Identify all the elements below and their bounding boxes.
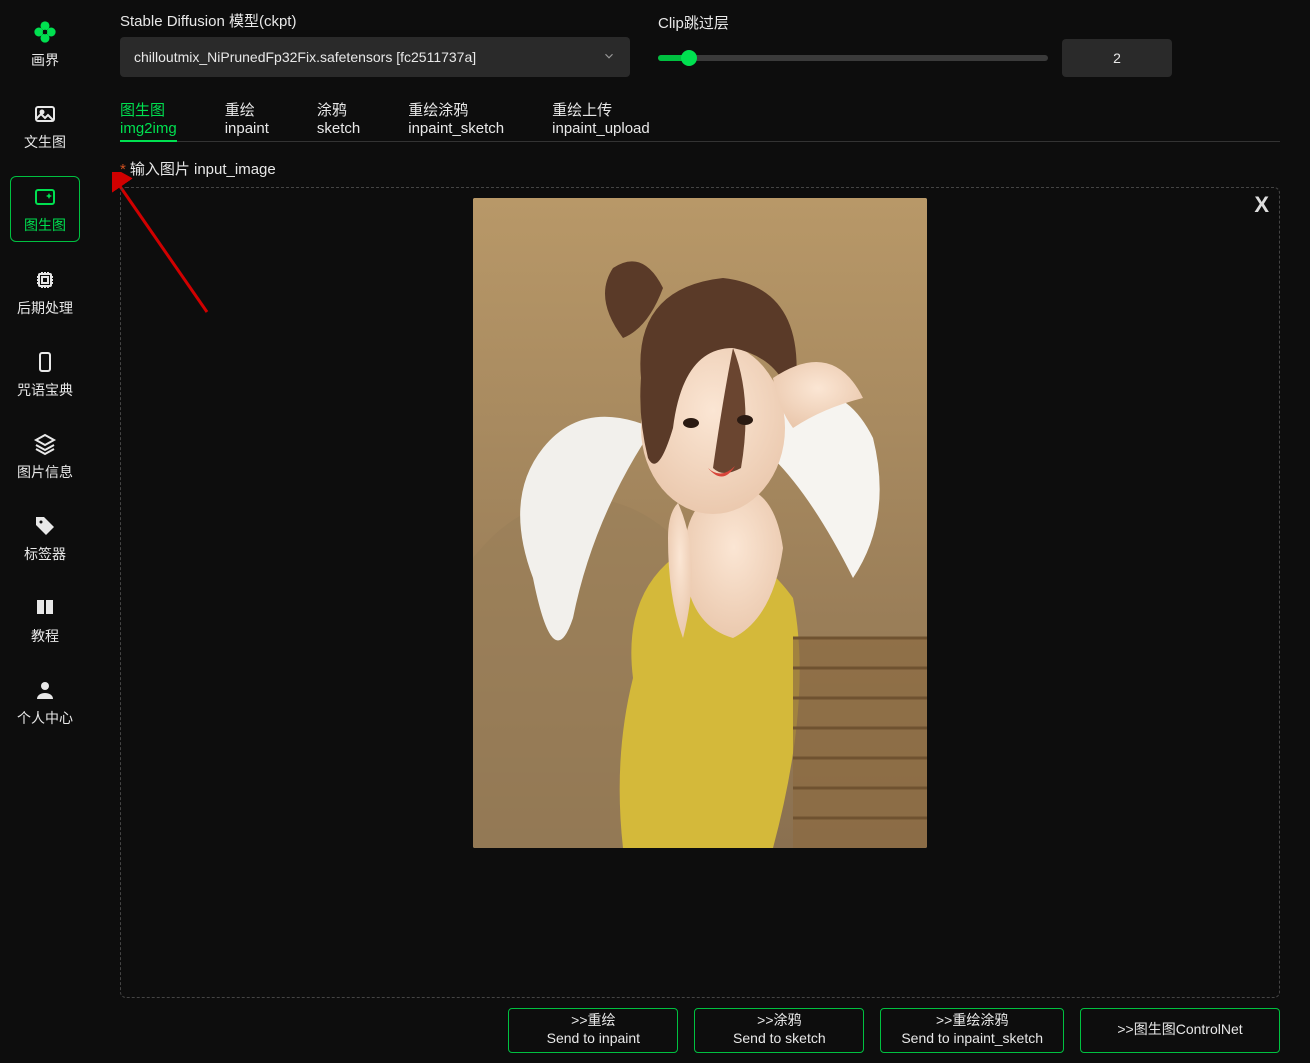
tab-inpaint-upload[interactable]: 重绘上传 inpaint_upload	[552, 99, 650, 137]
tag-icon	[31, 512, 59, 540]
sidebar-item-img2img[interactable]: 图生图	[10, 176, 80, 242]
user-icon	[31, 676, 59, 704]
action-buttons: >>重绘 Send to inpaint >>涂鸦 Send to sketch…	[120, 1008, 1280, 1053]
clover-icon	[31, 18, 59, 46]
sidebar-item-label: 标签器	[24, 544, 66, 564]
sidebar-item-label: 个人中心	[17, 708, 73, 728]
brand-label: 画界	[31, 50, 59, 70]
sidebar-item-tutorial[interactable]: 教程	[10, 588, 80, 652]
clip-slider[interactable]	[658, 55, 1048, 61]
sidebar: 画界 文生图 图生图 后期处理 咒语宝典	[0, 0, 90, 1063]
image-sparkle-icon	[31, 183, 59, 211]
layers-icon	[31, 430, 59, 458]
tab-inpaint[interactable]: 重绘 inpaint	[225, 99, 269, 137]
send-to-controlnet-button[interactable]: >>图生图ControlNet	[1080, 1008, 1280, 1053]
sidebar-item-postprocess[interactable]: 后期处理	[10, 260, 80, 324]
clip-label: Clip跳过层	[658, 12, 1172, 33]
sidebar-item-label: 教程	[31, 626, 59, 646]
sidebar-item-profile[interactable]: 个人中心	[10, 670, 80, 734]
brand-logo[interactable]: 画界	[10, 12, 80, 76]
chevron-down-icon	[602, 49, 616, 66]
main-panel: Stable Diffusion 模型(ckpt) chilloutmix_Ni…	[90, 0, 1310, 1063]
sidebar-item-tagger[interactable]: 标签器	[10, 506, 80, 570]
image-icon	[31, 100, 59, 128]
send-to-sketch-button[interactable]: >>涂鸦 Send to sketch	[694, 1008, 864, 1053]
sidebar-item-label: 文生图	[24, 132, 66, 152]
sidebar-item-imginfo[interactable]: 图片信息	[10, 424, 80, 488]
sidebar-item-spellbook[interactable]: 咒语宝典	[10, 342, 80, 406]
input-image-panel[interactable]: X	[120, 187, 1280, 998]
model-value: chilloutmix_NiPrunedFp32Fix.safetensors …	[134, 49, 476, 65]
preview-image	[473, 198, 927, 848]
sidebar-item-txt2img[interactable]: 文生图	[10, 94, 80, 158]
input-image-label: *输入图片 input_image	[120, 158, 1280, 179]
book-icon	[31, 594, 59, 622]
send-to-inpaint-sketch-button[interactable]: >>重绘涂鸦 Send to inpaint_sketch	[880, 1008, 1064, 1053]
tab-sketch[interactable]: 涂鸦 sketch	[317, 99, 360, 137]
model-select[interactable]: chilloutmix_NiPrunedFp32Fix.safetensors …	[120, 37, 630, 77]
device-icon	[31, 348, 59, 376]
model-label: Stable Diffusion 模型(ckpt)	[120, 10, 630, 31]
send-to-inpaint-button[interactable]: >>重绘 Send to inpaint	[508, 1008, 678, 1053]
tab-img2img[interactable]: 图生图 img2img	[120, 99, 177, 142]
sidebar-item-label: 咒语宝典	[17, 380, 73, 400]
clip-value[interactable]: 2	[1062, 39, 1172, 77]
sidebar-item-label: 后期处理	[17, 298, 73, 318]
chip-icon	[31, 266, 59, 294]
close-icon[interactable]: X	[1254, 192, 1269, 218]
mode-tabs: 图生图 img2img 重绘 inpaint 涂鸦 sketch 重绘涂鸦 in…	[120, 99, 1280, 142]
tab-inpaint-sketch[interactable]: 重绘涂鸦 inpaint_sketch	[408, 99, 504, 137]
sidebar-item-label: 图片信息	[17, 462, 73, 482]
sidebar-item-label: 图生图	[24, 215, 66, 235]
